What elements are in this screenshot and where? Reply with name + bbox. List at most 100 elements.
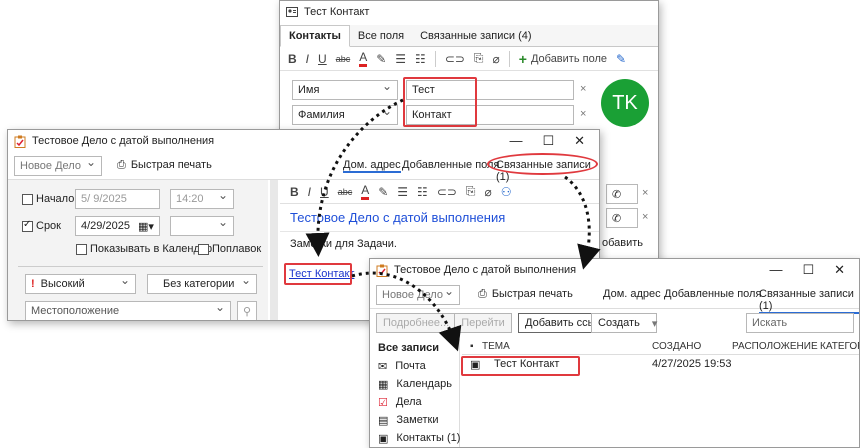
avatar[interactable]: TK (601, 79, 649, 127)
col-category[interactable]: КАТЕГОР (820, 341, 859, 352)
bold-icon[interactable]: B (288, 52, 297, 66)
phone-field[interactable]: ✆ (606, 208, 638, 228)
sidebar-item-contacts[interactable]: ▣ Контакты (1) (370, 429, 460, 447)
attach-icon[interactable]: ⎘ (474, 51, 484, 66)
calendar-icon[interactable]: ▦▾ (138, 220, 154, 233)
contact-card-icon (286, 7, 298, 17)
link-icon[interactable]: ⊂⊃ (445, 52, 465, 66)
last-name-label-dropdown[interactable]: Фамилия (292, 105, 398, 125)
tab-contacts[interactable]: Контакты (280, 24, 350, 47)
highlight-box-name (403, 77, 477, 127)
printer-icon: ⎙ (117, 159, 126, 171)
italic-icon[interactable]: I (306, 52, 309, 66)
clear-icon[interactable]: × (642, 187, 648, 199)
close-icon[interactable]: ✕ (574, 133, 585, 149)
maximize-icon[interactable]: ☐ (802, 262, 814, 278)
search-input[interactable]: Искать (746, 313, 854, 333)
calendar-icon: ▦ (378, 378, 389, 391)
paperclip-icon[interactable]: ⌀ (485, 185, 492, 199)
add-link-partial[interactable]: обавить (602, 237, 643, 249)
new-task-dropdown[interactable]: Новое Дело (376, 285, 460, 305)
plus-icon: + (518, 50, 527, 67)
paperclip-icon[interactable]: ⌀ (493, 52, 500, 66)
task-subject[interactable]: Тестовое Дело с датой выполнения (280, 204, 599, 232)
new-task-dropdown[interactable]: Новое Дело (14, 156, 102, 176)
window-controls: — ☐ ✕ (509, 133, 585, 149)
related-action-bar: Подробнее... Перейти Добавить ссыл Созда… (370, 309, 859, 337)
table-header: ▪ ТЕМА СОЗДАНО РАСПОЛОЖЕНИЕ ... КАТЕГОР (462, 339, 859, 355)
col-created[interactable]: СОЗДАНО (652, 341, 732, 352)
font-color-icon[interactable]: A (361, 183, 370, 200)
map-pin-icon[interactable]: ⚲ (237, 301, 257, 320)
doc-icon: ▪ (470, 341, 474, 352)
numbered-list-icon[interactable]: ☷ (415, 52, 426, 66)
close-icon[interactable]: ✕ (834, 262, 845, 278)
sidebar-item-tasks[interactable]: ☑ Дела (370, 393, 459, 411)
link-icon[interactable]: ⊂⊃ (437, 185, 457, 199)
location-input[interactable]: Местоположение (25, 301, 231, 320)
category-dropdown[interactable]: Без категории (147, 274, 257, 294)
related-window: Тестовое Дело с датой выполнения — ☐ ✕ Н… (369, 258, 860, 448)
contact-link-icon[interactable]: ⚇ (501, 185, 512, 199)
tab-home-address[interactable]: Дом. адрес (603, 288, 661, 300)
bullet-list-icon[interactable]: ☰ (395, 52, 406, 66)
priority-dropdown[interactable]: ! Высокий (25, 274, 136, 294)
sidebar-item-all[interactable]: Все записи (370, 339, 459, 357)
details-button[interactable]: Подробнее... (376, 313, 457, 333)
splitter[interactable] (270, 180, 278, 320)
start-label: Начало (36, 193, 75, 205)
task-clipboard-icon (14, 135, 26, 148)
due-date-input[interactable]: 4/29/2025 ▦▾ (75, 216, 160, 236)
due-checkbox[interactable] (22, 219, 33, 232)
phone-icon: ✆ (612, 188, 622, 201)
start-date-input[interactable]: 5/ 9/2025 (75, 189, 160, 209)
show-in-calendar-checkbox[interactable]: Показывать в Календар (76, 243, 212, 255)
start-time-input[interactable]: 14:20 (170, 189, 234, 209)
col-location[interactable]: РАСПОЛОЖЕНИЕ ... (732, 341, 820, 352)
underline-icon[interactable]: U (318, 52, 327, 66)
sidebar-item-calendar[interactable]: ▦ Календарь (370, 375, 459, 393)
clear-icon[interactable]: × (580, 83, 586, 95)
first-name-label-dropdown[interactable]: Имя (292, 80, 398, 100)
tab-added-fields[interactable]: Добавленные поля (402, 159, 499, 171)
create-button[interactable]: Создать ▾ (591, 313, 657, 333)
highlight-icon[interactable]: ✎ (376, 52, 386, 66)
start-checkbox[interactable] (22, 193, 33, 205)
goto-button[interactable]: Перейти (454, 313, 512, 333)
font-color-icon[interactable]: A (359, 50, 368, 67)
bold-icon[interactable]: B (290, 185, 299, 199)
minimize-icon[interactable]: — (509, 133, 522, 149)
quick-print-button[interactable]: ⎙ Быстрая печать (117, 159, 212, 172)
row-created: 4/27/2025 19:53 (652, 358, 732, 370)
bullet-list-icon[interactable]: ☰ (397, 185, 408, 199)
phone-field[interactable]: ✆ (606, 184, 638, 204)
minimize-icon[interactable]: — (769, 262, 782, 278)
maximize-icon[interactable]: ☐ (542, 133, 554, 149)
strikethrough-icon[interactable]: abc (336, 54, 351, 64)
strikethrough-icon[interactable]: abc (338, 187, 353, 197)
tab-related-records[interactable]: Связанные записи (4) (412, 25, 539, 47)
tab-added-fields[interactable]: Добавленные поля (664, 288, 761, 300)
due-label: Срок (36, 220, 61, 232)
col-subject[interactable]: ТЕМА (482, 341, 652, 352)
highlight-icon[interactable]: ✎ (378, 185, 388, 199)
tab-home-address[interactable]: Дом. адрес (343, 159, 401, 173)
mail-icon: ✉ (378, 360, 388, 373)
attach-icon[interactable]: ⎘ (466, 184, 476, 199)
floating-checkbox[interactable]: Поплавок (198, 243, 261, 255)
underline-icon[interactable]: U (320, 185, 329, 199)
italic-icon[interactable]: I (308, 185, 311, 199)
contact-card-icon: ▣ (378, 432, 389, 445)
quick-print-button[interactable]: ⎙ Быстрая печать (478, 288, 573, 301)
pen-icon[interactable]: ✎ (616, 52, 626, 66)
clear-icon[interactable]: × (580, 108, 586, 120)
sidebar-item-notes[interactable]: ▤ Заметки (370, 411, 459, 429)
clear-icon[interactable]: × (642, 211, 648, 223)
add-field-button[interactable]: + Добавить поле (519, 51, 607, 67)
contact-format-toolbar: B I U abc A ✎ ☰ ☷ ⊂⊃ ⎘ ⌀ + Добавить поле … (280, 47, 658, 71)
tab-all-fields[interactable]: Все поля (350, 25, 412, 47)
due-time-input[interactable] (170, 216, 234, 236)
window-controls: — ☐ ✕ (769, 262, 845, 278)
numbered-list-icon[interactable]: ☷ (417, 185, 428, 199)
sidebar-item-mail[interactable]: ✉ Почта (370, 357, 459, 375)
